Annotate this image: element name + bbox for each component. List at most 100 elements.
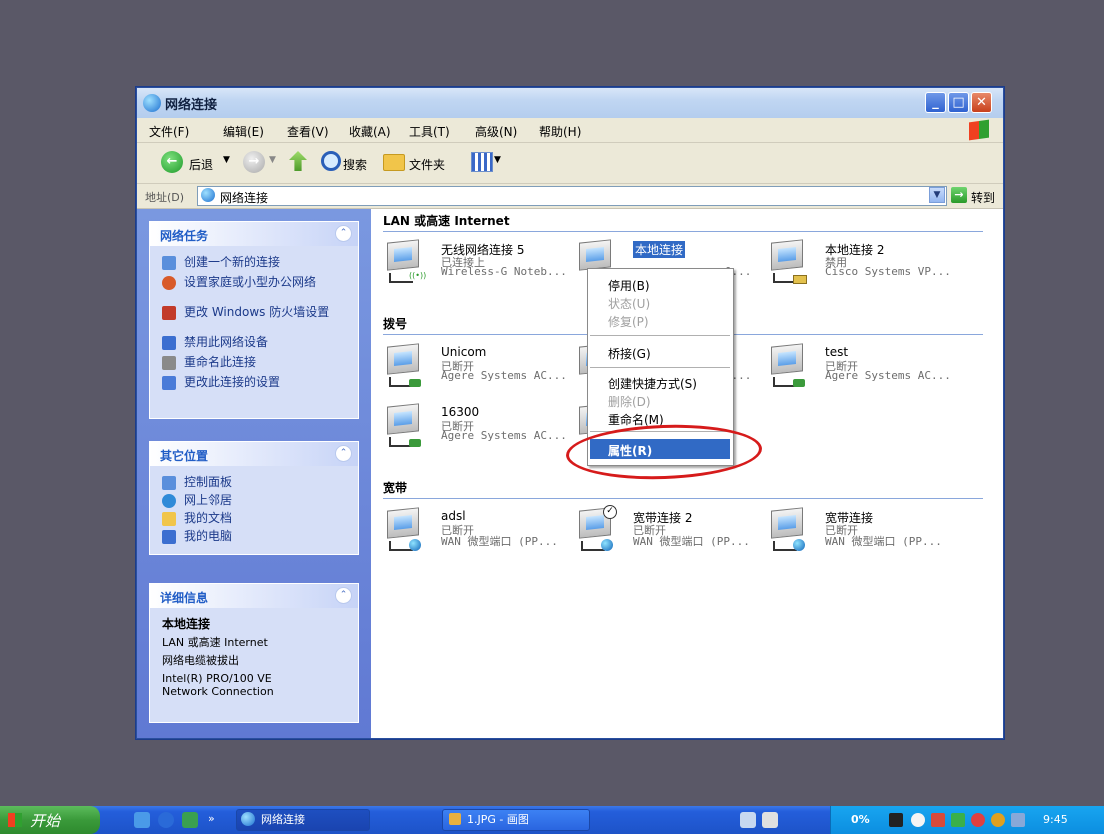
computer-icon (387, 343, 419, 375)
minimize-button[interactable]: _ (925, 92, 946, 113)
views-icon[interactable] (471, 152, 493, 172)
menu-separator (590, 335, 730, 336)
other-places-header[interactable]: 其它位置 ⌃ (150, 442, 358, 466)
taskbar-button-network-connections[interactable]: 网络连接 (236, 809, 370, 831)
connection-16300[interactable]: 16300 已断开 Agere Systems AC... (383, 401, 573, 457)
my-computer-icon (162, 530, 176, 544)
quicklaunch-more-icon[interactable]: » (208, 812, 215, 825)
forward-dropdown-icon[interactable]: ▼ (269, 155, 276, 165)
menu-item-repair[interactable]: 修复(P) (608, 313, 649, 330)
back-dropdown-icon[interactable]: ▼ (223, 155, 230, 165)
antivirus-icon[interactable] (991, 813, 1005, 827)
details-line: LAN 或高速 Internet (162, 636, 268, 649)
place-label: 我的文档 (184, 511, 233, 525)
network-plug-icon[interactable] (889, 813, 903, 827)
wireless-icon: ((•)) (409, 271, 427, 280)
connection-broadband-2[interactable]: ✓ 宽带连接 2 已断开 WAN 微型端口 (PP... (575, 505, 765, 561)
menu-item-status[interactable]: 状态(U) (608, 295, 650, 312)
explorer-window: 网络连接 _ □ ✕ 文件(F) 编辑(E) 查看(V) 收藏(A) 工具(T)… (136, 87, 1004, 739)
back-arrow-icon[interactable]: ← (161, 151, 183, 173)
group-header-lan: LAN 或高速 Internet (383, 212, 983, 232)
computer-icon (387, 403, 419, 435)
connection-unicom[interactable]: Unicom 已断开 Agere Systems AC... (383, 341, 573, 397)
connection-wireless-5[interactable]: ((•)) 无线网络连接 5 已连接上 Wireless-G Noteb... (383, 237, 573, 293)
connection-local-2[interactable]: 本地连接 2 禁用 Cisco Systems VP... (767, 237, 957, 293)
menu-favorites[interactable]: 收藏(A) (349, 123, 391, 140)
search-icon[interactable] (321, 151, 341, 171)
connection-broadband[interactable]: 宽带连接 已断开 WAN 微型端口 (PP... (767, 505, 957, 561)
menu-item-disable[interactable]: 停用(B) (608, 277, 650, 294)
keyboard-icon[interactable] (740, 812, 756, 828)
address-label: 地址(D) (145, 191, 185, 204)
address-dropdown-icon[interactable]: ▼ (929, 187, 945, 203)
maximize-button[interactable]: □ (948, 92, 969, 113)
network-tasks-header[interactable]: 网络任务 ⌃ (150, 222, 358, 246)
collapse-chevron-icon[interactable]: ⌃ (335, 445, 352, 462)
media-quicklaunch-icon[interactable] (182, 812, 198, 828)
task-label: 禁用此网络设备 (184, 335, 269, 349)
default-check-icon: ✓ (603, 505, 617, 519)
control-panel-icon (162, 476, 176, 490)
menu-tools[interactable]: 工具(T) (409, 123, 450, 140)
forward-arrow-icon[interactable]: → (243, 151, 265, 173)
start-button[interactable]: 开始 (0, 806, 100, 834)
firewall-icon (162, 306, 176, 320)
windows-logo-icon (969, 119, 989, 141)
collapse-chevron-icon[interactable]: ⌃ (335, 587, 352, 604)
clock-time: 9:45 (1043, 813, 1068, 826)
menu-separator (590, 367, 730, 368)
title-bar[interactable]: 网络连接 _ □ ✕ (137, 88, 1003, 118)
connection-test[interactable]: test 已断开 Agere Systems AC... (767, 341, 957, 397)
network-connections-icon (201, 188, 215, 202)
search-button-label[interactable]: 搜索 (343, 156, 367, 173)
volume-icon[interactable] (951, 813, 965, 827)
menu-help[interactable]: 帮助(H) (539, 123, 581, 140)
connection-name: 16300 (441, 405, 480, 419)
clock-icon[interactable] (911, 813, 925, 827)
home-network-icon (162, 276, 176, 290)
task-label: 创建一个新的连接 (184, 255, 281, 269)
panel-title: 网络任务 (160, 229, 209, 243)
my-documents-icon (162, 512, 176, 526)
display-icon[interactable] (1011, 813, 1025, 827)
menu-file[interactable]: 文件(F) (149, 123, 189, 140)
menu-item-create-shortcut[interactable]: 创建快捷方式(S) (608, 375, 697, 392)
computer-icon (771, 343, 803, 375)
connection-adsl[interactable]: adsl 已断开 WAN 微型端口 (PP... (383, 505, 573, 561)
desktop-quicklaunch-icon[interactable] (134, 812, 150, 828)
task-label: 重命名此连接 (184, 355, 257, 369)
panel-title: 其它位置 (160, 449, 209, 463)
menu-item-bridge[interactable]: 桥接(G) (608, 345, 651, 362)
taskbar-button-paint[interactable]: 1.JPG - 画图 (442, 809, 590, 831)
close-button[interactable]: ✕ (971, 92, 992, 113)
taskbar-button-label: 1.JPG - 画图 (467, 813, 529, 826)
globe-icon (601, 539, 613, 551)
ie-quicklaunch-icon[interactable] (158, 812, 174, 828)
go-button-label[interactable]: 转到 (971, 189, 995, 206)
network-status-icon[interactable] (931, 813, 945, 827)
task-label: 设置家庭或小型办公网络 (184, 275, 317, 289)
task-label: 更改此连接的设置 (184, 375, 281, 389)
folders-button-label[interactable]: 文件夹 (409, 156, 445, 173)
menu-edit[interactable]: 编辑(E) (223, 123, 264, 140)
folders-icon[interactable] (383, 154, 405, 171)
menu-advanced[interactable]: 高级(N) (475, 123, 517, 140)
connection-name: test (825, 345, 849, 359)
collapse-chevron-icon[interactable]: ⌃ (335, 225, 352, 242)
security-icon[interactable] (971, 813, 985, 827)
back-button-label[interactable]: 后退 (189, 156, 213, 173)
details-header[interactable]: 详细信息 ⌃ (150, 584, 358, 608)
connection-device: Agere Systems AC... (441, 369, 567, 382)
menu-item-delete[interactable]: 删除(D) (608, 393, 651, 410)
views-dropdown-icon[interactable]: ▼ (494, 155, 501, 165)
help-icon[interactable] (762, 812, 778, 828)
cpu-usage-text: 0% (851, 813, 870, 826)
up-folder-icon[interactable] (289, 151, 307, 171)
computer-icon (771, 507, 803, 539)
menu-view[interactable]: 查看(V) (287, 123, 329, 140)
go-arrow-icon[interactable]: → (951, 187, 967, 203)
modem-icon (409, 379, 421, 387)
address-input[interactable]: 网络连接 ▼ (197, 186, 947, 206)
details-line: Network Connection (162, 685, 274, 698)
group-header-broadband: 宽带 (383, 479, 983, 499)
